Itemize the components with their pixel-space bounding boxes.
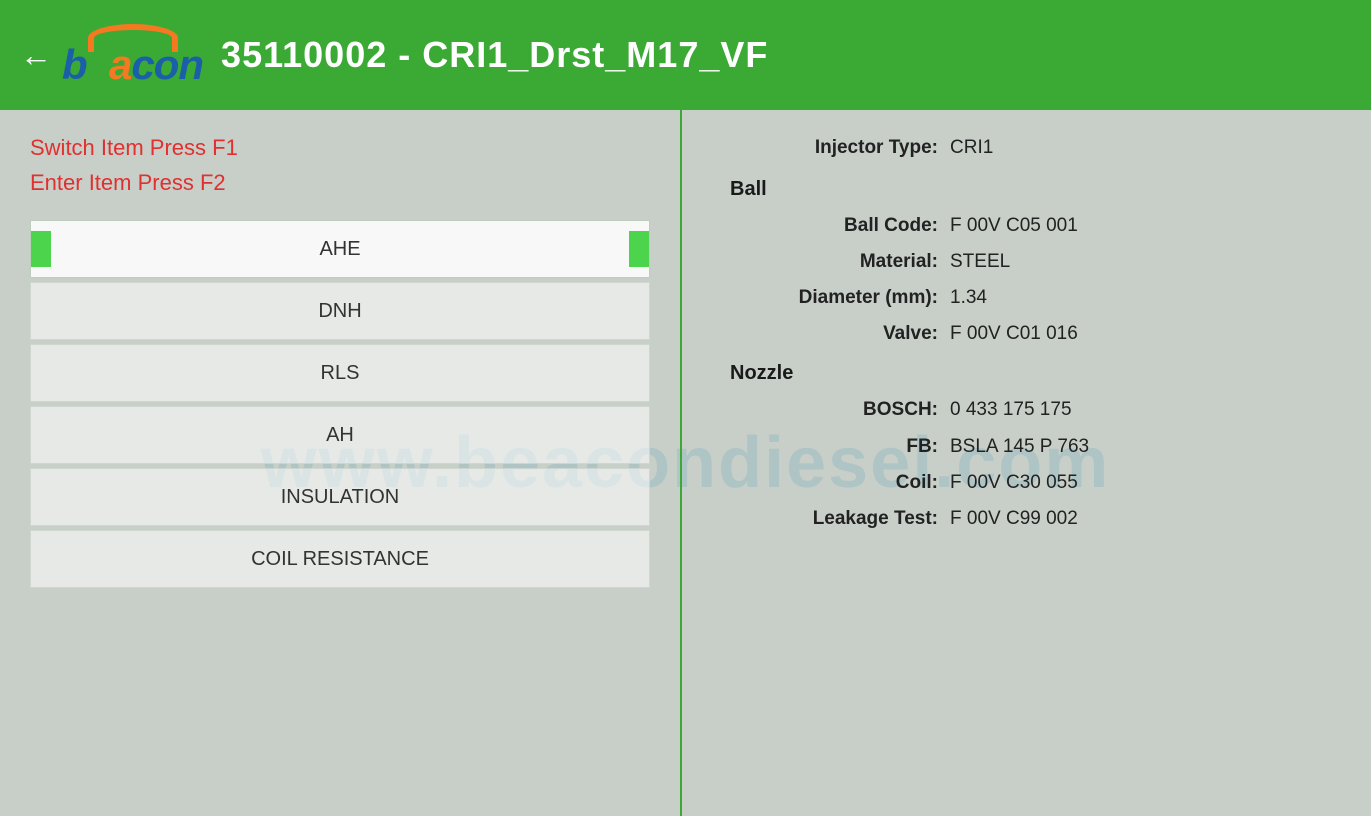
- fb-label: FB:: [750, 429, 950, 465]
- right-indicator-icon: [629, 231, 649, 267]
- menu-item-coil-resistance[interactable]: COIL RESISTANCE: [30, 530, 650, 588]
- diameter-row: Diameter (mm): 1.34: [730, 280, 1331, 316]
- right-panel: Injector Type: CRI1 Ball Ball Code: F 00…: [680, 110, 1371, 816]
- coil-row: Coil: F 00V C30 055: [730, 465, 1331, 501]
- bosch-label: BOSCH:: [750, 392, 950, 428]
- menu-item-label: RLS: [321, 362, 360, 385]
- menu-item-label: AH: [326, 424, 354, 447]
- menu-item-dnh[interactable]: DNH: [30, 282, 650, 340]
- diameter-label: Diameter (mm):: [750, 280, 950, 316]
- menu-item-label: AHE: [319, 238, 360, 261]
- menu-item-label: INSULATION: [281, 486, 400, 509]
- header: ← beacon 35110002 - CRI1_Drst_M17_VF: [0, 0, 1371, 110]
- material-row: Material: STEEL: [730, 244, 1331, 280]
- page-title: 35110002 - CRI1_Drst_M17_VF: [221, 34, 768, 76]
- ball-section-title: Ball: [730, 170, 767, 208]
- instructions: Switch Item Press F1 Enter Item Press F2: [30, 130, 650, 200]
- valve-label: Valve:: [730, 316, 950, 352]
- ball-code-label: Ball Code:: [750, 208, 950, 244]
- menu-item-label: DNH: [318, 300, 361, 323]
- bosch-row: BOSCH: 0 433 175 175: [730, 392, 1331, 428]
- material-label: Material:: [750, 244, 950, 280]
- valve-value: F 00V C01 016: [950, 316, 1078, 352]
- left-indicator-icon: [31, 231, 51, 267]
- injector-type-value: CRI1: [950, 130, 993, 166]
- fb-row: FB: BSLA 145 P 763: [730, 429, 1331, 465]
- diameter-value: 1.34: [950, 280, 987, 316]
- injector-type-row: Injector Type: CRI1: [730, 130, 1331, 166]
- ball-code-row: Ball Code: F 00V C05 001: [730, 208, 1331, 244]
- nozzle-title-row: Nozzle: [730, 354, 1331, 392]
- fb-value: BSLA 145 P 763: [950, 429, 1089, 465]
- bosch-value: 0 433 175 175: [950, 392, 1072, 428]
- injector-type-label: Injector Type:: [730, 130, 950, 166]
- leakage-label: Leakage Test:: [730, 501, 950, 537]
- leakage-row: Leakage Test: F 00V C99 002: [730, 501, 1331, 537]
- coil-value: F 00V C30 055: [950, 465, 1078, 501]
- left-panel: Switch Item Press F1 Enter Item Press F2…: [0, 110, 680, 816]
- leakage-value: F 00V C99 002: [950, 501, 1078, 537]
- menu-item-label: COIL RESISTANCE: [251, 548, 429, 571]
- ball-section-row: Ball: [730, 166, 1331, 208]
- nozzle-section: Nozzle BOSCH: 0 433 175 175 FB: BSLA 145…: [730, 354, 1331, 464]
- panel-divider: [680, 110, 682, 816]
- nozzle-title: Nozzle: [730, 354, 793, 392]
- menu-item-rls[interactable]: RLS: [30, 344, 650, 402]
- info-table: Injector Type: CRI1 Ball Ball Code: F 00…: [730, 130, 1331, 537]
- valve-row: Valve: F 00V C01 016: [730, 316, 1331, 352]
- menu-list: AHE DNH RLS AH INSULATION COIL RESISTANC…: [30, 220, 650, 588]
- ball-code-value: F 00V C05 001: [950, 208, 1078, 244]
- instruction-line1: Switch Item Press F1: [30, 130, 650, 165]
- instruction-line2: Enter Item Press F2: [30, 165, 650, 200]
- material-value: STEEL: [950, 244, 1010, 280]
- coil-label: Coil:: [730, 465, 950, 501]
- menu-item-ah[interactable]: AH: [30, 406, 650, 464]
- menu-item-ahe[interactable]: AHE: [30, 220, 650, 278]
- menu-item-insulation[interactable]: INSULATION: [30, 468, 650, 526]
- main-content: www.beacondiesel.com Switch Item Press F…: [0, 110, 1371, 816]
- back-button[interactable]: ←: [20, 37, 52, 74]
- beacon-logo: beacon: [62, 24, 203, 86]
- beacon-logo-text: beacon: [62, 44, 203, 86]
